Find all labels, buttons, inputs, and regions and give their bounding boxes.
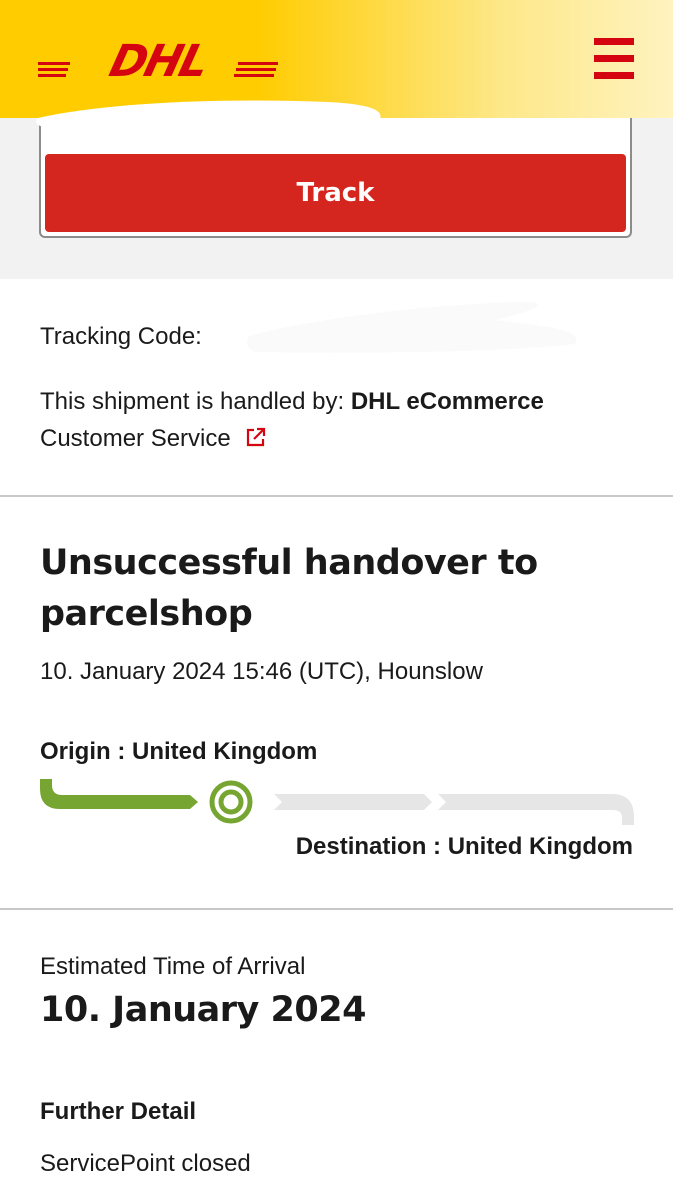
eta-date: 10. January 2024	[40, 990, 366, 1030]
eta-label: Estimated Time of Arrival	[40, 953, 306, 980]
divider	[0, 495, 673, 497]
shipment-progress-bar	[40, 779, 634, 825]
menu-bar	[594, 55, 634, 62]
origin-label: Origin : United Kingdom	[40, 738, 318, 765]
customer-service-label: Customer Service	[40, 425, 231, 452]
dhl-logo[interactable]: DHL	[38, 40, 278, 80]
svg-text:DHL: DHL	[105, 40, 213, 80]
status-timestamp: 10. January 2024 15:46 (UTC), Hounslow	[40, 658, 483, 685]
status-title: Unsuccessful handover to parcelshop	[40, 543, 538, 634]
handled-by: This shipment is handled by: DHL eCommer…	[40, 383, 640, 420]
progress-segment-completed	[40, 779, 198, 809]
redaction-scribble	[36, 100, 381, 130]
divider	[0, 908, 673, 910]
destination-label: Destination : United Kingdom	[295, 833, 633, 860]
external-link-icon	[247, 427, 266, 447]
hamburger-menu-icon[interactable]	[594, 38, 634, 80]
redaction-scribble	[247, 302, 577, 353]
customer-service-link[interactable]: Customer Service	[40, 425, 267, 452]
handled-by-label: This shipment is handled by:	[40, 388, 345, 415]
shipment-info: Tracking Code: This shipment is handled …	[40, 302, 640, 457]
further-detail-value: ServicePoint closed	[40, 1150, 251, 1177]
menu-bar	[594, 72, 634, 79]
menu-bar	[594, 38, 634, 45]
progress-segment-pending	[274, 794, 432, 810]
further-detail-label: Further Detail	[40, 1098, 197, 1125]
tracking-code-label: Tracking Code:	[40, 323, 202, 350]
handled-by-company: DHL eCommerce	[350, 388, 544, 415]
progress-segment-pending	[438, 794, 634, 825]
track-button[interactable]: Track	[45, 154, 626, 232]
